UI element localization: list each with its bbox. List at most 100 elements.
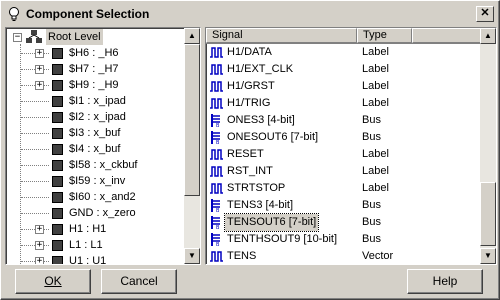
tree-item[interactable]: + $H9 : _H9	[6, 77, 184, 93]
tree-connector	[21, 117, 49, 118]
signal-row[interactable]: B ONESOUT6 [7-bit] Bus	[206, 129, 480, 146]
tree-item-label: L1 : L1	[69, 239, 103, 251]
signal-type: Label	[362, 165, 389, 177]
expand-icon[interactable]: +	[35, 257, 44, 264]
scroll-thumb[interactable]	[184, 44, 200, 196]
component-chip-icon	[52, 192, 63, 203]
component-chip-icon	[52, 64, 63, 75]
signal-row[interactable]: STRTSTOP Label	[206, 180, 480, 197]
arrow-up-icon: ▲	[484, 31, 492, 40]
signal-row[interactable]: H1/GRST Label	[206, 78, 480, 95]
component-chip-icon	[52, 240, 63, 251]
signal-type: Label	[362, 148, 389, 160]
signal-row[interactable]: B ONES3 [4-bit] Bus	[206, 112, 480, 129]
tree-item[interactable]: + $H6 : _H6	[6, 45, 184, 61]
tree-item-label: $I60 : x_and2	[69, 191, 136, 203]
scroll-down-button[interactable]: ▼	[184, 248, 200, 264]
signal-name: H1/DATA	[227, 46, 272, 58]
signal-pulse-icon	[210, 251, 223, 262]
tree-item[interactable]: $I58 : x_ckbuf	[6, 157, 184, 173]
signal-row[interactable]: H1/EXT_CLK Label	[206, 61, 480, 78]
component-tree[interactable]: − Root Level + $H6 : _H6 + $H7 : _H7 + $H9 : …	[5, 27, 201, 265]
signal-row[interactable]: B TENSOUT6 [7-bit] Bus	[206, 213, 480, 232]
signal-type: Bus	[362, 233, 381, 245]
collapse-icon[interactable]: −	[13, 33, 22, 42]
cancel-label: Cancel	[120, 274, 158, 288]
signal-name: H1/TRIG	[227, 97, 271, 109]
signal-pulse-icon	[210, 81, 223, 92]
tree-item-label: $I1 : x_ipad	[69, 95, 126, 107]
tree-item-label: $H9 : _H9	[69, 79, 119, 91]
signal-type: Vector	[362, 250, 394, 262]
list-scrollbar[interactable]: ▲ ▼	[480, 28, 496, 264]
signal-name: H1/EXT_CLK	[227, 63, 294, 75]
tree-item[interactable]: + L1 : L1	[6, 237, 184, 253]
signal-name: STRTSTOP	[227, 182, 286, 194]
signal-pulse-icon	[210, 183, 223, 194]
window-title: Component Selection	[26, 7, 150, 21]
cancel-button[interactable]: Cancel	[101, 269, 177, 294]
tree-item[interactable]: + U1 : U1	[6, 253, 184, 264]
signal-list[interactable]: Signal Type H1/DATA Label H1/EXT_CLK Label H…	[205, 27, 497, 265]
expand-icon[interactable]: +	[35, 49, 44, 58]
component-chip-icon	[52, 256, 63, 264]
lightbulb-icon	[9, 7, 19, 21]
column-header-type[interactable]: Type	[357, 28, 412, 43]
signal-type: Label	[362, 46, 389, 58]
component-chip-icon	[52, 160, 63, 171]
tree-connector	[21, 213, 49, 214]
ok-button[interactable]: OK	[15, 269, 91, 294]
scroll-down-button[interactable]: ▼	[480, 248, 496, 264]
scroll-thumb[interactable]	[480, 182, 496, 246]
expand-icon[interactable]: +	[35, 65, 44, 74]
signal-name: TENTHSOUT9 [10-bit]	[227, 233, 338, 245]
tree-item[interactable]: GND : x_zero	[6, 205, 184, 221]
help-button[interactable]: Help	[407, 269, 483, 294]
signal-row[interactable]: B TENTHSOUT9 [10-bit] Bus	[206, 231, 480, 248]
component-chip-icon	[52, 112, 63, 123]
column-header-empty[interactable]	[412, 28, 481, 43]
signal-pulse-icon	[210, 166, 223, 177]
signal-row[interactable]: TENS Vector	[206, 248, 480, 264]
tree-item[interactable]: $I1 : x_ipad	[6, 93, 184, 109]
list-header: Signal Type	[206, 28, 481, 44]
signal-row[interactable]: H1/TRIG Label	[206, 95, 480, 112]
expand-icon[interactable]: +	[35, 241, 44, 250]
signal-type: Bus	[362, 216, 381, 228]
scroll-up-button[interactable]: ▲	[184, 28, 200, 44]
tree-item[interactable]: $I60 : x_and2	[6, 189, 184, 205]
expand-icon[interactable]: +	[35, 81, 44, 90]
signal-type: Label	[362, 63, 389, 75]
signal-type: Bus	[362, 199, 381, 211]
signal-row[interactable]: RST_INT Label	[206, 163, 480, 180]
signal-type: Bus	[362, 114, 381, 126]
tree-scrollbar[interactable]: ▲ ▼	[184, 28, 200, 264]
tree-item-label: GND : x_zero	[69, 207, 136, 219]
tree-item[interactable]: $I2 : x_ipad	[6, 109, 184, 125]
close-button[interactable]: ✕	[476, 6, 494, 22]
component-selection-dialog: Component Selection ✕ − Root Level + $H6 …	[0, 0, 500, 300]
arrow-down-icon: ▼	[188, 251, 196, 260]
tree-root[interactable]: − Root Level	[6, 29, 184, 45]
svg-text:B: B	[216, 225, 220, 229]
tree-item[interactable]: $I59 : x_inv	[6, 173, 184, 189]
component-chip-icon	[52, 96, 63, 107]
tree-item[interactable]: + $H7 : _H7	[6, 61, 184, 77]
bus-icon: B	[211, 114, 220, 127]
signal-row[interactable]: B TENS3 [4-bit] Bus	[206, 197, 480, 214]
scroll-up-button[interactable]: ▲	[480, 28, 496, 44]
signal-row[interactable]: H1/DATA Label	[206, 44, 480, 61]
tree-item-label: $H6 : _H6	[69, 47, 119, 59]
tree-connector	[21, 101, 49, 102]
tree-item[interactable]: + H1 : H1	[6, 221, 184, 237]
arrow-down-icon: ▼	[484, 251, 492, 260]
signal-row[interactable]: RESET Label	[206, 146, 480, 163]
tree-item[interactable]: $I3 : x_buf	[6, 125, 184, 141]
signal-type: Label	[362, 80, 389, 92]
signal-pulse-icon	[210, 149, 223, 160]
tree-item[interactable]: $I4 : x_buf	[6, 141, 184, 157]
column-header-signal[interactable]: Signal	[206, 28, 357, 43]
signal-type: Bus	[362, 131, 381, 143]
expand-icon[interactable]: +	[35, 225, 44, 234]
signal-pulse-icon	[210, 64, 223, 75]
